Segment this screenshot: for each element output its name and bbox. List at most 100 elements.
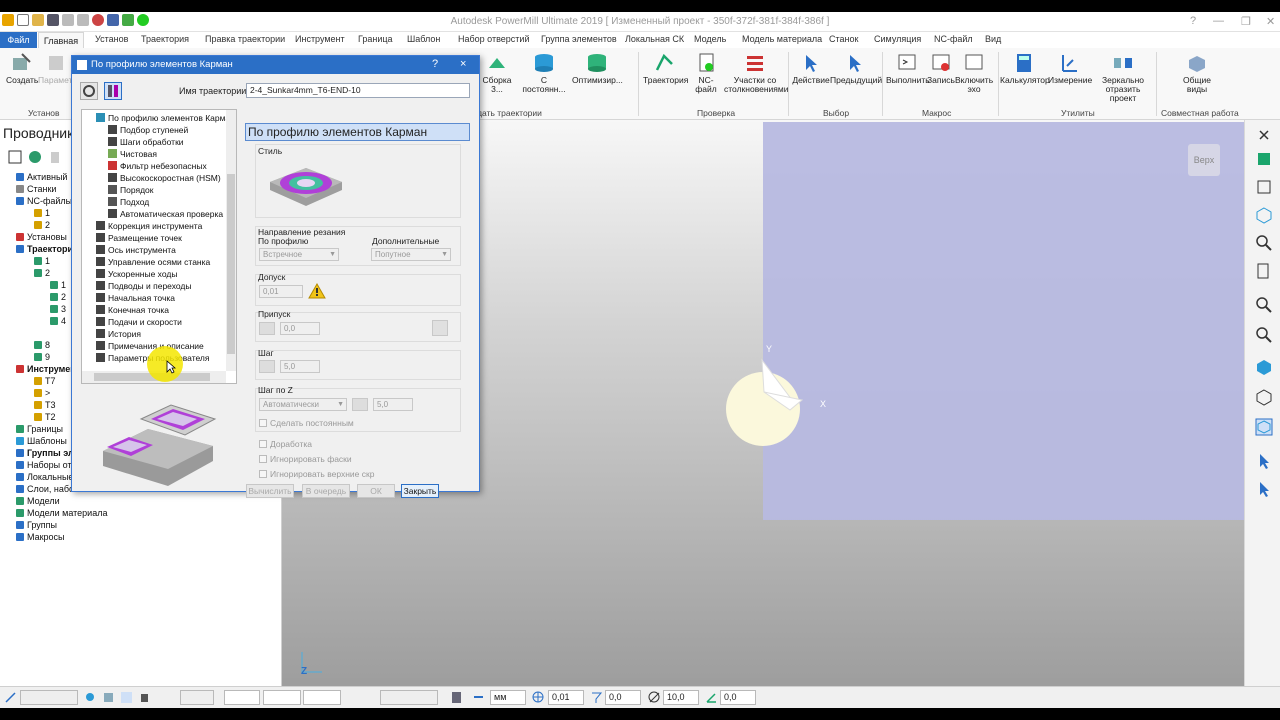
- extra-direction-select[interactable]: Попутное ▼: [371, 248, 451, 261]
- tolerance-icon[interactable]: [532, 691, 545, 704]
- macro-echo-button[interactable]: Включить эхо: [955, 52, 993, 94]
- tab-toolpath-edit[interactable]: Правка траектории: [205, 34, 285, 44]
- close-dialog-button[interactable]: Закрыть: [401, 484, 439, 498]
- strategy-tree-item[interactable]: Фильтр небезопасных: [108, 161, 207, 171]
- explorer-tree-item[interactable]: Группы: [16, 520, 57, 530]
- dialog-help-button[interactable]: ?: [432, 58, 438, 70]
- explorer-tree-item[interactable]: Траектори: [16, 244, 73, 254]
- tab-home[interactable]: Главная: [38, 32, 84, 49]
- tree-vertical-thumb[interactable]: [227, 174, 235, 354]
- angle-field[interactable]: 0,0: [720, 690, 756, 705]
- tab-view[interactable]: Вид: [985, 34, 1001, 44]
- explorer-tree-item[interactable]: T2: [34, 412, 56, 422]
- zstep-tool-icon[interactable]: [352, 398, 368, 411]
- strategy-tree-item[interactable]: Начальная точка: [96, 293, 175, 303]
- shared-views-button[interactable]: Общие виды: [1176, 52, 1218, 94]
- units-icon[interactable]: [472, 691, 485, 704]
- view-isometric-icon[interactable]: [1255, 150, 1273, 168]
- strategy-tree-item[interactable]: Чистовая: [108, 149, 157, 159]
- wireframe-view-icon[interactable]: [1255, 388, 1273, 406]
- explorer-tree-item[interactable]: 9: [34, 352, 50, 362]
- strategy-tree-item[interactable]: Подводы и переходы: [96, 281, 191, 291]
- view-cube-icon[interactable]: [1255, 206, 1273, 224]
- strategy-const-button[interactable]: С постоянн...: [520, 52, 568, 94]
- explorer-tree-item[interactable]: Шаблоны: [16, 436, 67, 446]
- explorer-tree-item[interactable]: Модели материала: [16, 508, 107, 518]
- snap-icon[interactable]: [84, 691, 97, 704]
- calculator-button[interactable]: Калькулятор: [1000, 52, 1050, 85]
- explorer-tree-item[interactable]: 1: [50, 280, 66, 290]
- strategy-tree-item[interactable]: Ускоренные ходы: [96, 269, 177, 279]
- tab-simulation[interactable]: Симуляция: [874, 34, 921, 44]
- mirror-project-button[interactable]: Зеркально отразить проект: [1092, 52, 1154, 103]
- explorer-tree-item[interactable]: 2: [50, 292, 66, 302]
- explorer-tree-item[interactable]: Границы: [16, 424, 63, 434]
- pick-cursor-icon[interactable]: [1255, 452, 1273, 470]
- explorer-tree-item[interactable]: Модели: [16, 496, 60, 506]
- tab-machine[interactable]: Станок: [829, 34, 858, 44]
- minimize-icon[interactable]: —: [1213, 15, 1224, 27]
- status-field-2[interactable]: [224, 690, 260, 705]
- explorer-tree-item[interactable]: 4: [50, 316, 66, 326]
- ok-button[interactable]: ОК: [357, 484, 395, 498]
- tolerance-field[interactable]: 0,01: [548, 690, 584, 705]
- select-previous-button[interactable]: Предыдущий: [830, 52, 882, 85]
- status-field-3[interactable]: [263, 690, 301, 705]
- ignore-chamfers-checkbox[interactable]: Игнорировать фаски: [259, 454, 352, 464]
- explorer-tree-item[interactable]: Слои, набо: [16, 484, 74, 494]
- close-window-icon[interactable]: ✕: [1266, 15, 1275, 28]
- strategy-tree-item[interactable]: По профилю элементов Карман: [96, 113, 235, 123]
- strategy-tree-item[interactable]: Примечания и описание: [96, 341, 204, 351]
- stepover-input[interactable]: 5,0: [280, 360, 320, 373]
- strategy-tree-item[interactable]: Ось инструмента: [96, 245, 176, 255]
- status-field-4[interactable]: [303, 690, 341, 705]
- shaded-view-icon[interactable]: [1255, 358, 1273, 376]
- panel-close-icon[interactable]: [1255, 126, 1273, 144]
- measure-button[interactable]: Измерение: [1048, 52, 1092, 85]
- snap-grid-icon[interactable]: [102, 691, 115, 704]
- view-cube-top[interactable]: Верх: [1188, 144, 1220, 176]
- calculate-button[interactable]: Вычислить: [246, 484, 294, 498]
- strategy-tree-item[interactable]: Автоматическая проверка: [108, 209, 223, 219]
- restore-icon[interactable]: ❐: [1241, 15, 1251, 28]
- tolerance-input[interactable]: 0,01: [259, 285, 303, 298]
- units-field[interactable]: мм: [490, 690, 526, 705]
- diameter-field[interactable]: 10,0: [663, 690, 699, 705]
- strategy-tree-item[interactable]: Порядок: [108, 185, 153, 195]
- explorer-tree-item[interactable]: 1: [34, 256, 50, 266]
- zstep-mode-select[interactable]: Автоматически ▼: [259, 398, 347, 411]
- tab-feature-group[interactable]: Группа элементов: [541, 34, 617, 44]
- strategy-tree-item[interactable]: Управление осями станка: [96, 257, 210, 267]
- make-constant-checkbox[interactable]: Сделать постоянным: [259, 418, 354, 428]
- tab-boundary[interactable]: Граница: [358, 34, 393, 44]
- explorer-tree-item[interactable]: 1: [34, 208, 50, 218]
- diameter-icon[interactable]: [648, 691, 661, 704]
- queue-button[interactable]: В очередь: [302, 484, 350, 498]
- view-box-icon[interactable]: [1255, 178, 1273, 196]
- rework-checkbox[interactable]: Доработка: [259, 439, 312, 449]
- explorer-tree-item[interactable]: 8: [34, 340, 50, 350]
- explorer-tree-item[interactable]: Локальные: [16, 472, 73, 482]
- tab-model[interactable]: Модель: [694, 34, 726, 44]
- explorer-tree-item[interactable]: >: [34, 388, 50, 398]
- strategy-tree-item[interactable]: Подбор ступеней: [108, 125, 188, 135]
- refresh-view-icon[interactable]: [1255, 262, 1273, 280]
- allowance-input[interactable]: 0,0: [280, 322, 320, 335]
- explorer-tree-item[interactable]: T3: [34, 400, 56, 410]
- explorer-tree-item[interactable]: Макросы: [16, 532, 65, 542]
- explorer-tree-item[interactable]: NC-файлы: [16, 196, 72, 206]
- strategy-tree-item[interactable]: Размещение точек: [96, 233, 182, 243]
- status-field-5[interactable]: [380, 690, 438, 705]
- snap-point-icon[interactable]: [120, 691, 133, 704]
- strategy-opt-button[interactable]: Оптимизир...: [572, 52, 623, 85]
- explorer-tree-item[interactable]: 3: [50, 304, 66, 314]
- select-action-button[interactable]: Действие: [792, 52, 830, 85]
- dialog-title-bar[interactable]: По профилю элементов Карман ? ×: [72, 56, 479, 74]
- params-button[interactable]: Парамет...: [38, 52, 79, 85]
- ignore-top-checkbox[interactable]: Игнорировать верхние скр: [259, 469, 374, 479]
- pick-cursor-alt-icon[interactable]: [1255, 480, 1273, 498]
- toolpath-name-input[interactable]: 2-4_Sunkar4mm_T6-END-10: [246, 83, 470, 98]
- tab-setup[interactable]: Установ: [95, 34, 128, 44]
- tree-view-icon[interactable]: [8, 150, 22, 164]
- dialog-tool-button-1[interactable]: [80, 82, 98, 100]
